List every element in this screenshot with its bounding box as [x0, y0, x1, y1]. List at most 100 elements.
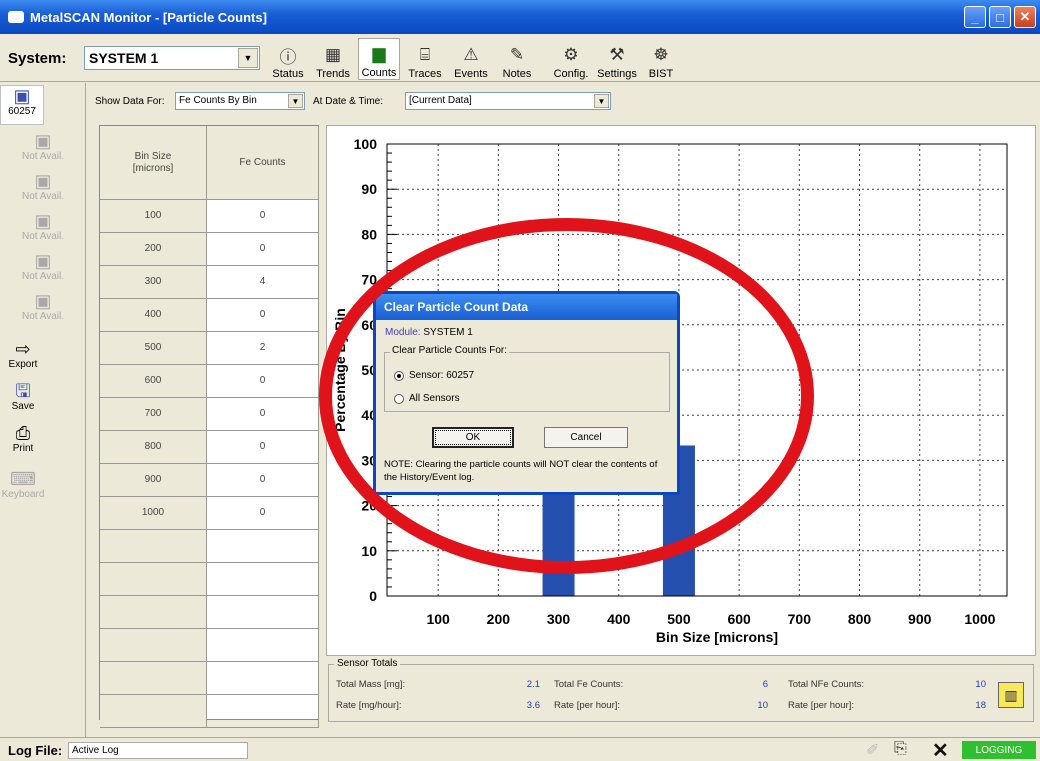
chevron-down-icon[interactable]: ▼ [594, 94, 609, 108]
bar-chart-icon: ▆ [372, 44, 386, 63]
counts-button[interactable]: ▆ Counts [358, 38, 400, 80]
y-tick-label: 90 [361, 181, 377, 197]
title-bar[interactable]: MetalSCAN Monitor - [Particle Counts] _ … [0, 0, 1040, 34]
sensor-icon: ▣ [34, 171, 52, 191]
x-tick-label: 800 [848, 611, 872, 627]
sensor-icon: ▣ [34, 291, 52, 311]
table-cell-count [207, 530, 319, 563]
status-button[interactable]: ⓘ Status [267, 38, 309, 81]
maximize-button[interactable]: □ [989, 6, 1011, 28]
table-cell-bin [100, 629, 207, 662]
total-mass-value: 2.1 [526, 679, 540, 690]
module-label: Module: [385, 327, 421, 338]
export-button[interactable]: ⇨ Export [0, 339, 46, 370]
sensor-radio[interactable]: Sensor: 60257 [394, 370, 474, 381]
nfe-rate-value: 18 [975, 700, 986, 711]
close-button[interactable]: ✕ [1014, 6, 1036, 28]
table-cell-bin [100, 530, 207, 563]
date-time-select[interactable]: [Current Data] ▼ [405, 92, 611, 110]
minimize-button[interactable]: _ [964, 6, 986, 28]
y-tick-label: 0 [369, 588, 377, 604]
system-select[interactable]: SYSTEM 1 ▼ [84, 46, 260, 70]
y-tick-label: 80 [361, 226, 377, 242]
sidebar-sensor-slot: ▣ Not Avail. [21, 251, 65, 282]
floppy-icon: 🖫 [15, 381, 31, 401]
table-cell-bin: 800 [100, 431, 207, 464]
chart-options-button[interactable]: ▥ [998, 682, 1024, 708]
sensor-totals-legend: Sensor Totals [334, 658, 401, 669]
bist-button[interactable]: ☸ BIST [640, 38, 682, 80]
log-file-field[interactable]: Active Log [68, 742, 248, 759]
cancel-button[interactable]: Cancel [544, 427, 628, 448]
config-button[interactable]: ⚙ Config. [550, 38, 592, 80]
total-nfe-value: 10 [975, 679, 986, 690]
app-icon [8, 11, 24, 23]
notes-button[interactable]: ✎ Notes [496, 38, 538, 80]
clear-group-label: Clear Particle Counts For: [390, 345, 510, 356]
settings-button[interactable]: ⚒ Settings [596, 38, 638, 80]
dialog-title[interactable]: Clear Particle Count Data [376, 294, 677, 320]
sensor-icon: ▣ [34, 211, 52, 231]
x-tick-label: 300 [547, 611, 571, 627]
notes-icon: ✎ [509, 45, 525, 64]
fe-rate-label: Rate [per hour]: [554, 700, 621, 711]
sensor-icon: ▣ [34, 131, 52, 151]
status-bar: Log File: Active Log ✐ ⎘ ✕ LOGGING [0, 737, 1040, 761]
y-tick-label: 100 [354, 136, 378, 152]
radio-checked-icon[interactable] [394, 370, 404, 381]
table-cell-count: 0 [207, 365, 319, 398]
sidebar-sensor-slot: ▣ Not Avail. [21, 171, 65, 202]
table-cell-count: 0 [207, 464, 319, 497]
chevron-down-icon[interactable]: ▼ [238, 48, 258, 68]
log-file-label: Log File: [8, 743, 63, 758]
counts-table: Bin Size [microns] Fe Counts 100 0 200 0 300 4 4… [99, 125, 319, 728]
date-time-label: At Date & Time: [313, 96, 384, 107]
show-data-label: Show Data For: [95, 96, 165, 107]
sidebar-sensor-slot: ▣ Not Avail. [21, 131, 65, 162]
printer-icon: ⎙ [15, 423, 31, 443]
sensor-icon: ▣ [13, 86, 31, 106]
dialog-note: NOTE: Clearing the particle counts will … [384, 459, 658, 483]
toolbar: System: SYSTEM 1 ▼ ⓘ Status ▦ Trends ▆ Coun… [0, 34, 1040, 82]
traces-button[interactable]: ⌸ Traces [404, 38, 446, 80]
events-button[interactable]: ⚠ Events [450, 38, 492, 80]
total-fe-value: 6 [762, 679, 768, 690]
ok-button[interactable]: OK [432, 427, 514, 448]
show-data-select[interactable]: Fe Counts By Bin ▼ [175, 92, 305, 110]
y-tick-label: 70 [361, 272, 377, 288]
mass-rate-value: 3.6 [526, 700, 540, 711]
trends-icon: ▦ [324, 45, 342, 64]
table-cell-bin: 200 [100, 233, 207, 266]
sensor-icon: ▣ [34, 251, 52, 271]
clear-particle-dialog: Clear Particle Count Data Module: SYSTEM… [373, 291, 680, 495]
table-cell-count: 2 [207, 332, 319, 365]
date-time-value: [Current Data] [409, 95, 472, 106]
table-cell-count: 0 [207, 431, 319, 464]
table-cell-count [207, 695, 319, 728]
x-axis-label: Bin Size [microns] [656, 629, 778, 645]
copy-icon[interactable]: ⎘ [894, 740, 907, 758]
chevron-down-icon[interactable]: ▼ [288, 94, 303, 108]
table-cell-count: 0 [207, 497, 319, 530]
trends-button[interactable]: ▦ Trends [312, 38, 354, 80]
sidebar-sensor-60257[interactable]: ▣ 60257 [0, 85, 44, 125]
radio-unchecked-icon[interactable] [394, 393, 404, 404]
filter-bar: Show Data For: Fe Counts By Bin ▼ At Dat… [87, 83, 1040, 121]
table-cell-count [207, 629, 319, 662]
table-cell-bin: 500 [100, 332, 207, 365]
bist-icon: ☸ [653, 45, 669, 64]
table-cell-bin: 100 [100, 200, 207, 233]
keyboard-icon: ⌨ [10, 469, 36, 489]
sidebar-sensor-slot: ▣ Not Avail. [21, 211, 65, 242]
delete-icon[interactable]: ✕ [932, 738, 949, 761]
arrow-right-icon: ⇨ [15, 339, 31, 359]
module-value: SYSTEM 1 [423, 327, 473, 338]
all-sensors-radio[interactable]: All Sensors [394, 393, 460, 404]
table-cell-count: 4 [207, 266, 319, 299]
table-cell-bin: 700 [100, 398, 207, 431]
x-tick-label: 600 [727, 611, 751, 627]
print-button[interactable]: ⎙ Print [0, 423, 46, 454]
clear-log-icon[interactable]: ✐ [866, 740, 879, 760]
save-button[interactable]: 🖫 Save [0, 381, 46, 412]
sensor-totals: Sensor Totals Total Mass [mg]: 2.1 Rate … [326, 658, 1036, 724]
